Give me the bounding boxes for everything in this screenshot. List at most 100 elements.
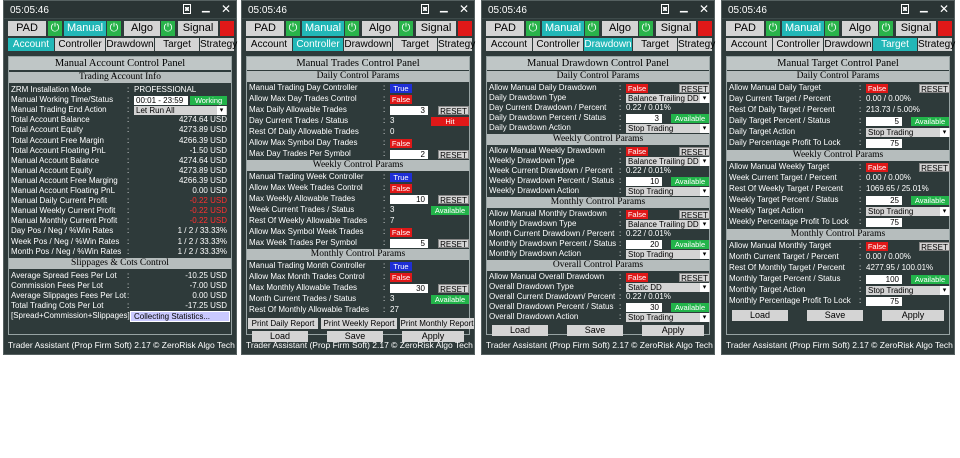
power-icon[interactable]: ⏻ [639,21,653,36]
value-input[interactable]: 30 [626,303,662,312]
mode-pad-button[interactable]: PAD [8,21,46,36]
dropdown[interactable]: Stop Trading ▾ [866,286,950,295]
tab-target[interactable]: Target [393,38,437,51]
working-time-input[interactable]: 00:01 - 23:59 [134,96,188,106]
reset-button[interactable]: RESET [438,239,469,249]
reset-button[interactable]: RESET [438,106,469,116]
power-icon[interactable]: ⏻ [399,21,413,36]
chevron-down-icon[interactable]: ▾ [700,283,709,292]
value-input[interactable]: 3 [390,106,428,115]
tab-target[interactable]: Target [155,38,199,51]
mode-signal-button[interactable]: Signal [896,21,936,36]
tab-controller[interactable]: Controller [533,38,583,51]
true-toggle[interactable]: True [390,84,412,93]
dropdown[interactable]: Stop Trading ▾ [626,124,710,133]
close-icon[interactable]: ✕ [939,3,949,15]
chevron-down-icon[interactable]: ▾ [217,106,226,116]
tab-controller[interactable]: Controller [293,38,343,51]
apply-button[interactable]: Apply [642,325,704,336]
true-toggle[interactable]: True [390,173,412,182]
mode-algo-button[interactable]: Algo [124,21,160,36]
mode-manual-button[interactable]: Manual [64,21,106,36]
tab-account[interactable]: Account [726,38,772,51]
false-toggle[interactable]: False [390,184,412,193]
close-icon[interactable]: ✕ [221,3,231,15]
dropdown[interactable]: Stop Trading ▾ [626,187,710,196]
mode-signal-button[interactable]: Signal [416,21,456,36]
mode-signal-button[interactable]: Signal [656,21,696,36]
reset-button[interactable]: RESET [438,284,469,294]
false-toggle[interactable]: False [626,147,648,156]
dropdown[interactable]: Balance Trailing DD ▾ [626,157,710,166]
mode-pad-button[interactable]: PAD [486,21,524,36]
minimize-icon[interactable]: ▁ [680,2,688,14]
tab-drawdown[interactable]: Drawdown [344,38,392,51]
power-icon[interactable]: ⏻ [345,21,359,36]
dropdown[interactable]: Stop Trading ▾ [626,313,710,322]
tab-account[interactable]: Account [246,38,292,51]
camera-icon[interactable]: ◙ [421,4,430,14]
value-input[interactable]: 75 [866,297,902,306]
reset-button[interactable]: RESET [679,273,710,283]
dropdown[interactable]: Balance Trailing DD ▾ [626,220,710,229]
true-toggle[interactable]: True [390,262,412,271]
chevron-down-icon[interactable]: ▾ [700,220,709,229]
chevron-down-icon[interactable]: ▾ [940,128,949,137]
dropdown[interactable]: Static DD ▾ [626,283,710,292]
false-toggle[interactable]: False [866,163,888,172]
value-input[interactable]: 100 [866,275,902,284]
false-toggle[interactable]: False [626,210,648,219]
power-icon[interactable]: ⏻ [48,21,62,36]
value-input[interactable]: 25 [866,196,902,205]
reset-button[interactable]: RESET [679,147,710,157]
save-button[interactable]: Save [567,325,623,336]
false-toggle[interactable]: False [866,242,888,251]
load-button[interactable]: Load [732,310,788,321]
dropdown[interactable]: Stop Trading ▾ [866,207,950,216]
mode-manual-button[interactable]: Manual [542,21,584,36]
camera-icon[interactable]: ◙ [183,4,192,14]
minimize-icon[interactable]: ▁ [920,2,928,14]
false-toggle[interactable]: False [866,84,888,93]
power-icon[interactable]: ⏻ [585,21,599,36]
chevron-down-icon[interactable]: ▾ [940,207,949,216]
reset-button[interactable]: RESET [919,163,950,173]
save-button[interactable]: Save [807,310,863,321]
value-input[interactable]: 20 [626,240,662,249]
value-input[interactable]: 75 [866,139,902,148]
value-input[interactable]: 10 [626,177,662,186]
value-input[interactable]: 3 [626,114,662,123]
power-icon[interactable]: ⏻ [766,21,780,36]
mode-algo-button[interactable]: Algo [602,21,638,36]
tab-strategy[interactable]: Strategy [918,38,955,51]
power-icon[interactable]: ⏻ [825,21,839,36]
end-action-dropdown[interactable]: Let Run All ▾ [134,106,227,116]
print-weekly-report-button[interactable]: Print Weekly Report [321,318,397,329]
tab-account[interactable]: Account [486,38,532,51]
minimize-icon[interactable]: ▁ [202,2,210,14]
mode-manual-button[interactable]: Manual [302,21,344,36]
false-toggle[interactable]: False [390,228,412,237]
minimize-icon[interactable]: ▁ [440,2,448,14]
tab-drawdown[interactable]: Drawdown [584,38,632,51]
value-input[interactable]: 30 [390,284,428,293]
chevron-down-icon[interactable]: ▾ [700,250,709,259]
mode-pad-button[interactable]: PAD [246,21,284,36]
value-input[interactable]: 5 [390,239,428,248]
load-button[interactable]: Load [492,325,548,336]
apply-button[interactable]: Apply [882,310,944,321]
close-icon[interactable]: ✕ [699,3,709,15]
reset-button[interactable]: RESET [679,210,710,220]
power-icon[interactable]: ⏻ [286,21,300,36]
reset-button[interactable]: RESET [679,84,710,94]
power-icon[interactable]: ⏻ [161,21,175,36]
chevron-down-icon[interactable]: ▾ [700,187,709,196]
false-toggle[interactable]: False [390,139,412,148]
false-toggle[interactable]: False [390,95,412,104]
tab-strategy[interactable]: Strategy [200,38,237,51]
chevron-down-icon[interactable]: ▾ [700,94,709,103]
print-daily-report-button[interactable]: Print Daily Report [248,318,318,329]
mode-algo-button[interactable]: Algo [362,21,398,36]
dropdown[interactable]: Stop Trading ▾ [866,128,950,137]
false-toggle[interactable]: False [626,273,648,282]
